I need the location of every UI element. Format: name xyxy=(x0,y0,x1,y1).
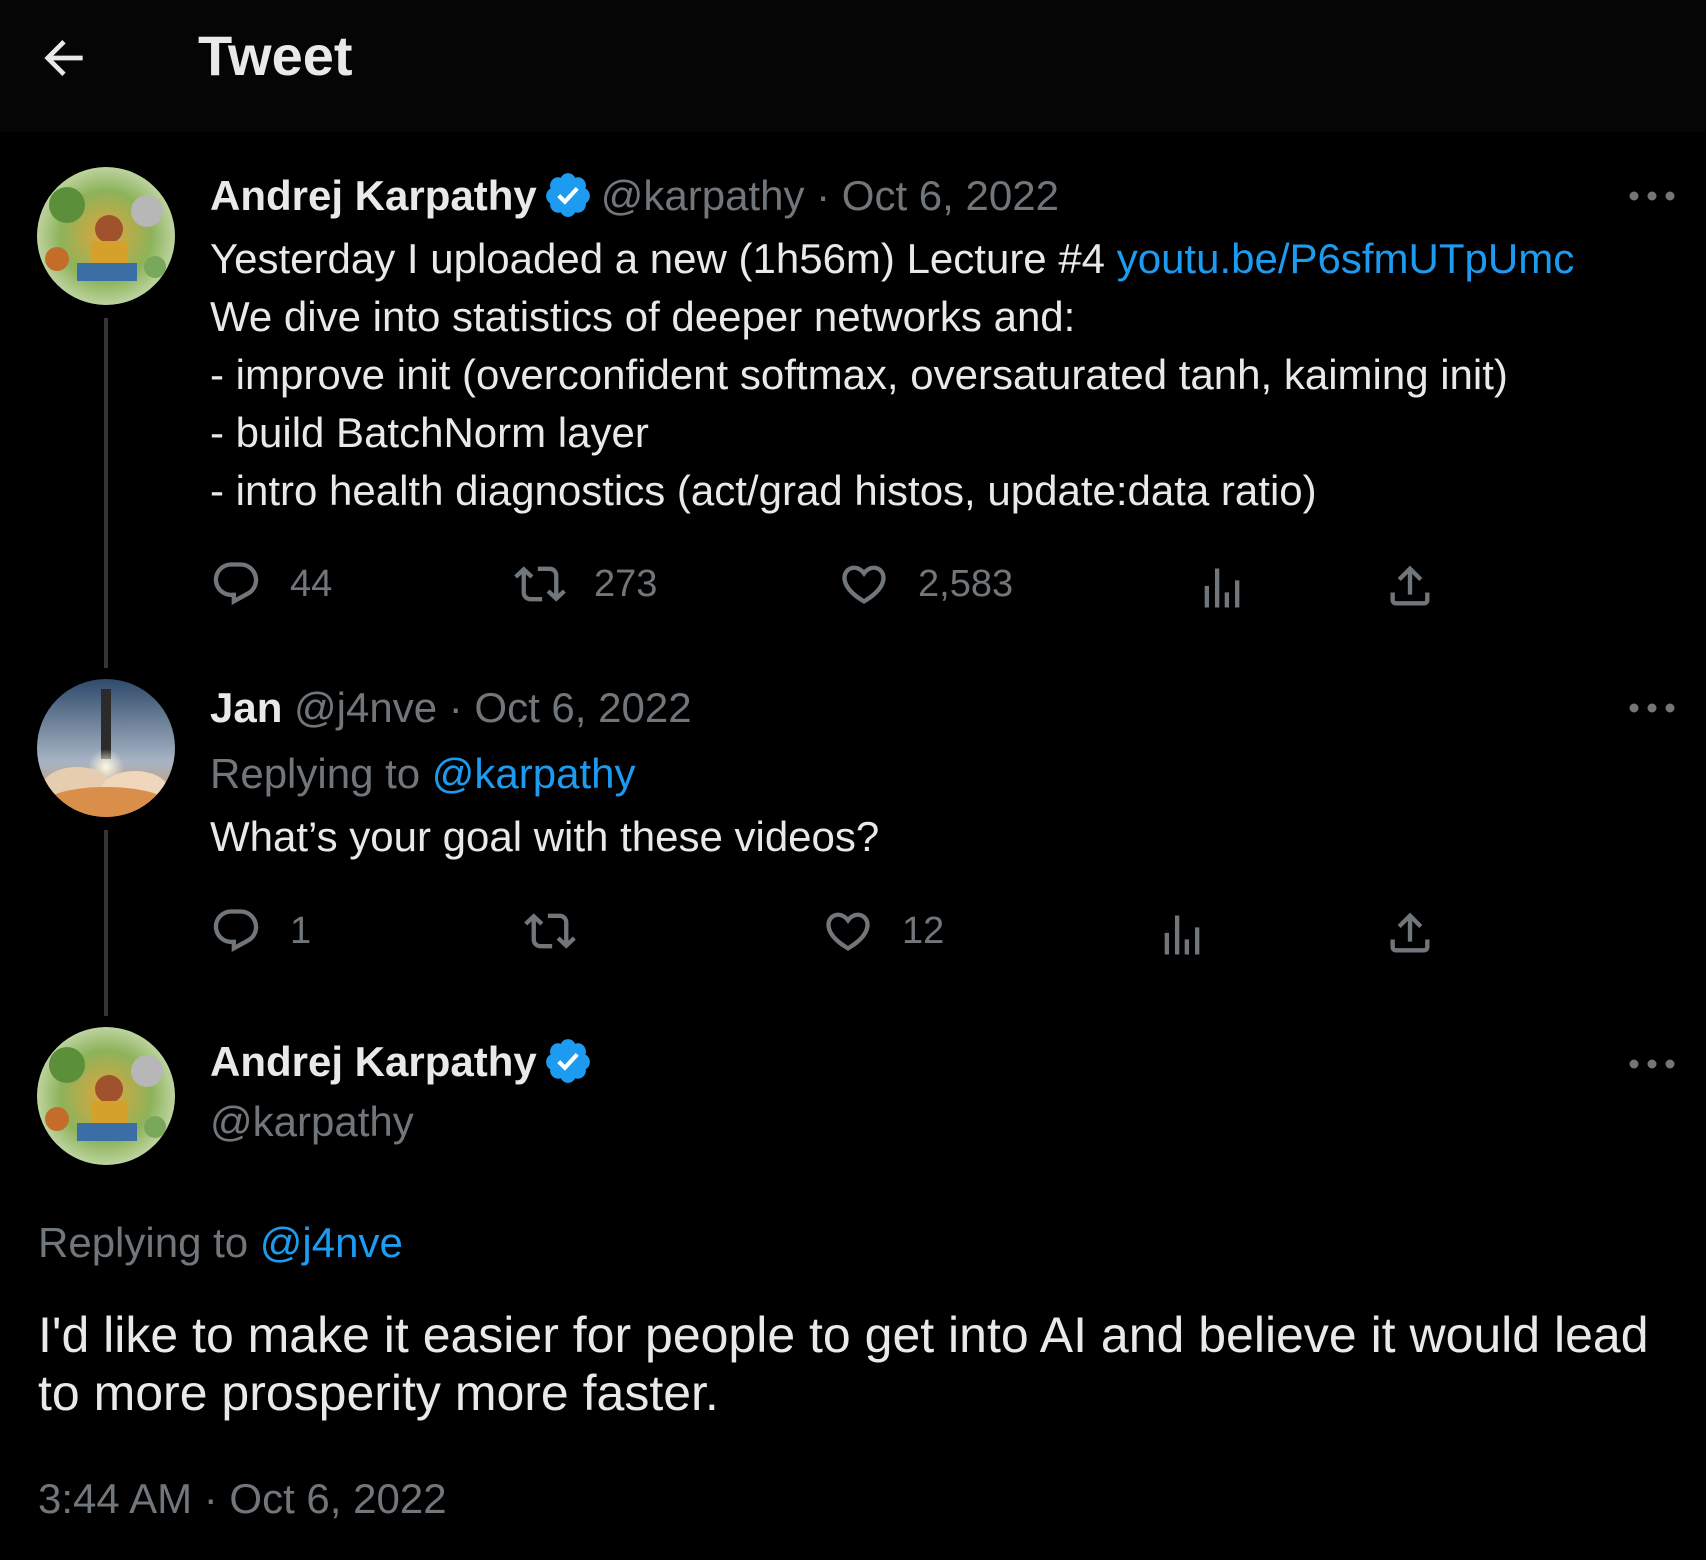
views-button[interactable] xyxy=(1196,560,1248,616)
author-handle[interactable]: @karpathy xyxy=(210,1096,414,1148)
retweet-icon xyxy=(514,566,566,602)
post-header: Andrej Karpathy @karpathy · Oct 6, 2022 xyxy=(210,170,1059,222)
separator-dot: · xyxy=(804,172,842,219)
share-icon xyxy=(1390,912,1430,953)
post-text-line1: Yesterday I uploaded a new (1h56m) Lectu… xyxy=(210,235,1117,282)
more-dots-icon xyxy=(1629,191,1675,201)
share-button[interactable] xyxy=(1384,558,1436,614)
author-name[interactable]: Andrej Karpathy xyxy=(210,1038,537,1085)
arrow-left-icon xyxy=(44,40,83,76)
retweet-icon xyxy=(524,913,576,949)
lecture-link[interactable]: youtu.be/P6sfmUTpUmc xyxy=(1117,235,1575,282)
reply-icon xyxy=(213,562,259,606)
reply-icon xyxy=(213,909,259,953)
share-icon xyxy=(1390,565,1430,606)
reply-button[interactable]: 44 xyxy=(210,556,332,612)
avatar[interactable] xyxy=(37,167,175,305)
retweet-button[interactable]: 273 xyxy=(514,556,657,612)
heart-icon xyxy=(842,565,886,604)
author-name[interactable]: Jan xyxy=(210,684,282,731)
focus-author: Andrej Karpathy xyxy=(210,1036,601,1088)
analytics-icon xyxy=(1164,915,1200,955)
author-handle[interactable]: @j4nve xyxy=(294,684,437,731)
thread-line xyxy=(104,318,108,668)
replying-to-label: Replying to xyxy=(210,750,432,797)
like-count: 2,583 xyxy=(918,562,1014,605)
top-bar: Tweet xyxy=(0,0,1706,132)
heart-icon xyxy=(826,912,870,951)
tweet-timestamp[interactable]: 3:44 AM · Oct 6, 2022 xyxy=(38,1472,447,1526)
avatar[interactable] xyxy=(37,1027,175,1165)
like-count: 12 xyxy=(902,909,945,952)
verified-badge-icon xyxy=(545,1039,590,1083)
separator-dot: · xyxy=(437,684,475,731)
reply-count: 44 xyxy=(290,562,333,605)
focus-tweet-text: I'd like to make it easier for people to… xyxy=(38,1307,1649,1421)
post-text: What’s your goal with these videos? xyxy=(210,813,880,860)
page-title: Tweet xyxy=(198,24,353,87)
more-options-button[interactable] xyxy=(1622,1044,1682,1084)
reply-button[interactable]: 1 xyxy=(210,903,311,959)
post-date[interactable]: Oct 6, 2022 xyxy=(842,172,1059,219)
avatar[interactable] xyxy=(37,679,175,817)
back-button[interactable] xyxy=(36,30,92,86)
post-text-rest: We dive into statistics of deeper networ… xyxy=(210,293,1508,514)
thread-line xyxy=(104,830,108,1016)
retweet-count: 273 xyxy=(594,562,658,605)
more-options-button[interactable] xyxy=(1622,176,1682,216)
more-options-button[interactable] xyxy=(1622,688,1682,728)
analytics-icon xyxy=(1204,568,1240,608)
post-header: Jan @j4nve · Oct 6, 2022 xyxy=(210,682,692,734)
like-button[interactable]: 2,583 xyxy=(838,556,1013,612)
replying-to-handle[interactable]: @karpathy xyxy=(432,750,636,797)
post-text: Yesterday I uploaded a new (1h56m) Lectu… xyxy=(210,230,1660,520)
share-button[interactable] xyxy=(1384,905,1436,961)
replying-to: Replying to @karpathy xyxy=(210,748,636,800)
verified-badge-icon xyxy=(545,173,590,217)
more-dots-icon xyxy=(1629,1059,1675,1069)
retweet-button[interactable] xyxy=(524,903,604,959)
replying-to-handle[interactable]: @j4nve xyxy=(260,1219,403,1266)
reply-count: 1 xyxy=(290,909,312,952)
like-button[interactable]: 12 xyxy=(822,903,944,959)
replying-to-label: Replying to xyxy=(38,1219,260,1266)
views-button[interactable] xyxy=(1156,907,1208,963)
post-date[interactable]: Oct 6, 2022 xyxy=(474,684,691,731)
more-dots-icon xyxy=(1629,703,1675,713)
author-name[interactable]: Andrej Karpathy xyxy=(210,172,537,219)
author-handle[interactable]: @karpathy xyxy=(601,172,805,219)
replying-to: Replying to @j4nve xyxy=(38,1216,403,1270)
